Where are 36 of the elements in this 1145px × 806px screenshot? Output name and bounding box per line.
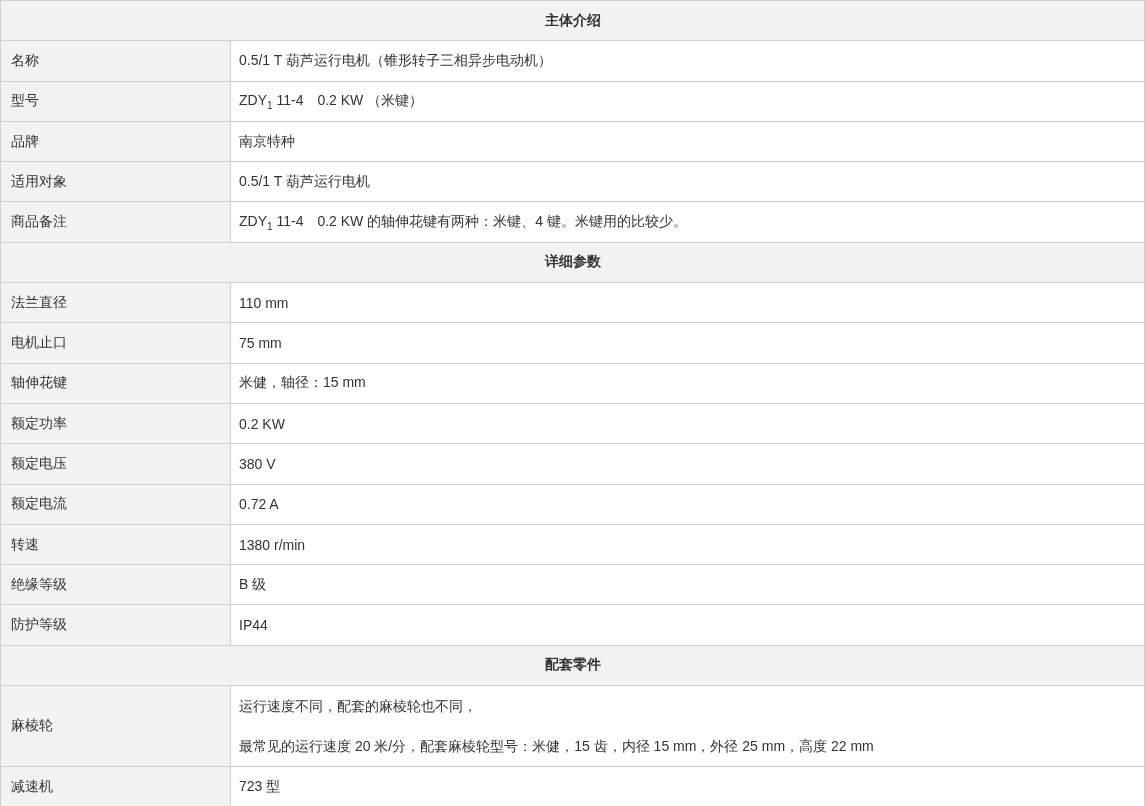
value-cell: 0.5/1 T 葫芦运行电机（锥形转子三相异步电动机） bbox=[230, 40, 1145, 82]
value-cell: 110 mm bbox=[230, 282, 1145, 323]
value-cell: 723 型 bbox=[230, 766, 1145, 806]
value-cell: ZDY$_{1}$ 11-4 0.2 KW （米键） bbox=[230, 81, 1145, 122]
label-cell: 麻棱轮 bbox=[0, 685, 231, 767]
value-cell: ZDY$_{1}$ 11-4 0.2 KW 的轴伸花键有两种：米键、4 键。米键用的比较少。 bbox=[230, 202, 1145, 243]
section-header: 配套零件 bbox=[0, 645, 1145, 686]
value-cell: 南京特种 bbox=[230, 121, 1145, 162]
label-cell: 名称 bbox=[0, 40, 231, 82]
label-cell: 额定电压 bbox=[0, 443, 231, 485]
value-cell: 1380 r/min bbox=[230, 524, 1145, 565]
label-cell: 绝缘等级 bbox=[0, 564, 231, 605]
label-cell: 商品备注 bbox=[0, 202, 231, 243]
label-cell: 适用对象 bbox=[0, 161, 231, 202]
label-cell: 转速 bbox=[0, 524, 231, 565]
label-cell: 品牌 bbox=[0, 121, 231, 162]
cell-paragraph: 运行速度不同，配套的麻棱轮也不同， bbox=[239, 697, 477, 717]
value-cell: B 级 bbox=[230, 564, 1145, 605]
value-cell: 380 V bbox=[230, 443, 1145, 485]
label-cell: 法兰直径 bbox=[0, 282, 231, 323]
value-cell: 0.2 KW bbox=[230, 403, 1145, 444]
value-cell: 米健，轴径：15 mm bbox=[230, 363, 1145, 404]
label-cell: 额定功率 bbox=[0, 403, 231, 444]
section-header: 主体介绍 bbox=[0, 0, 1145, 41]
label-cell: 电机止口 bbox=[0, 322, 231, 364]
section-header: 详细参数 bbox=[0, 242, 1145, 283]
label-cell: 额定电流 bbox=[0, 484, 231, 525]
label-cell: 防护等级 bbox=[0, 604, 231, 646]
label-cell: 型号 bbox=[0, 81, 231, 122]
cell-paragraph: 最常见的运行速度 20 米/分，配套麻棱轮型号：米健，15 齿，内径 15 mm，外径 25 mm，高度 22 mm bbox=[239, 737, 874, 757]
value-cell: IP44 bbox=[230, 604, 1145, 646]
value-cell: 75 mm bbox=[230, 322, 1145, 364]
label-cell: 减速机 bbox=[0, 766, 231, 806]
value-cell: 0.72 A bbox=[230, 484, 1145, 525]
label-cell: 轴伸花键 bbox=[0, 363, 231, 404]
value-cell: 0.5/1 T 葫芦运行电机 bbox=[230, 161, 1145, 202]
